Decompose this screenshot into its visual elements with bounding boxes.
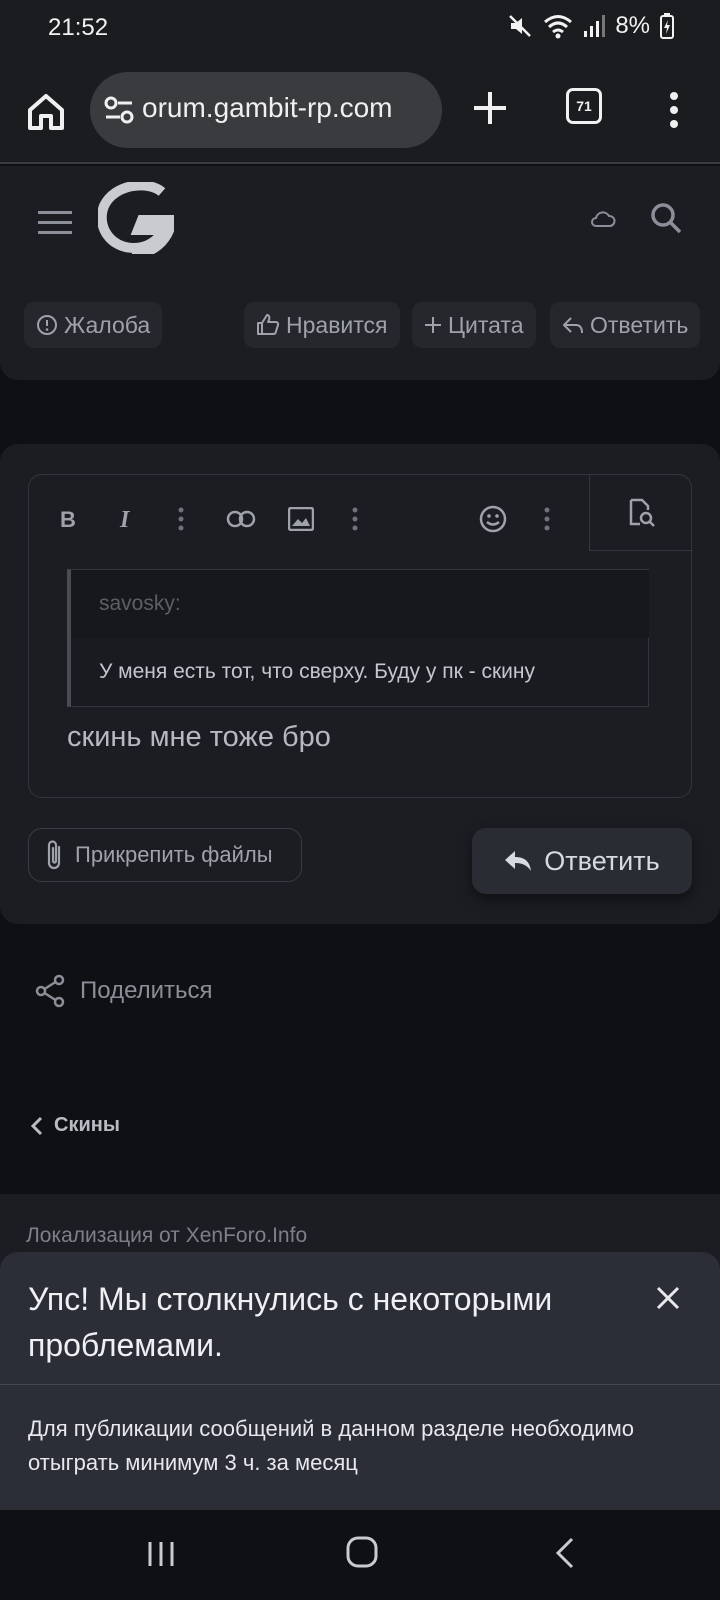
smiley-icon (479, 505, 507, 533)
emoji-button[interactable] (473, 499, 513, 539)
system-navigation-bar (0, 1510, 720, 1600)
more-text-options-button[interactable] (161, 499, 201, 539)
more-insert-options-button[interactable] (335, 499, 375, 539)
battery-level: 8% (615, 12, 650, 39)
cloud-icon[interactable] (590, 210, 616, 228)
message-text[interactable]: скинь мне тоже бро (67, 721, 331, 754)
divider (0, 1384, 720, 1385)
hamburger-icon (38, 211, 72, 234)
thumbs-up-icon (257, 314, 280, 335)
reply-icon (563, 317, 583, 334)
attach-files-label: Прикрепить файлы (75, 842, 273, 867)
paperclip-icon (47, 840, 61, 870)
close-icon (656, 1286, 680, 1310)
tab-switcher-button[interactable]: 71 (566, 88, 602, 124)
nav-menu-button[interactable] (38, 210, 72, 236)
share-icon (35, 974, 65, 1008)
share-link[interactable]: Поделиться (34, 974, 213, 1008)
attach-files-button[interactable]: Прикрепить файлы (28, 828, 302, 882)
error-title: Упс! Мы столкнулись с некоторыми проблем… (28, 1281, 553, 1363)
quick-reply-block: B I savosky: У меня есть тот, что сверху… (0, 444, 720, 924)
error-message: Для публикации сообщений в данном раздел… (28, 1416, 635, 1475)
plus-icon (474, 92, 506, 124)
insert-image-button[interactable] (281, 499, 321, 539)
italic-icon: I (119, 507, 131, 531)
site-settings-icon[interactable] (104, 96, 134, 124)
plus-icon (425, 317, 441, 333)
complaint-label: Жалоба (64, 311, 151, 338)
status-bar: 21:52 8% (0, 0, 720, 60)
svg-text:B: B (60, 507, 76, 531)
bold-icon: B (60, 507, 76, 531)
error-dialog: Упс! Мы столкнулись с некоторыми проблем… (0, 1252, 720, 1510)
quote-label: Цитата (448, 311, 524, 338)
more-vertical-icon (352, 507, 358, 531)
submit-reply-button[interactable]: Ответить (472, 828, 692, 894)
rich-text-editor[interactable]: B I savosky: У меня есть тот, что сверху… (28, 474, 693, 798)
alert-circle-icon (37, 315, 57, 335)
more-vertical-icon (178, 507, 184, 531)
new-tab-button[interactable] (470, 88, 510, 128)
document-search-icon (629, 498, 655, 527)
breadcrumb-label: Скины (54, 1114, 120, 1136)
home-nav-icon[interactable] (346, 1536, 378, 1568)
quote-author: savosky: (71, 570, 649, 638)
status-time: 21:52 (48, 14, 109, 41)
link-icon (226, 510, 256, 528)
italic-button[interactable]: I (107, 499, 147, 539)
more-editor-options-button[interactable] (527, 499, 567, 539)
reply-to-post-button[interactable]: Ответить (550, 302, 701, 348)
like-button[interactable]: Нравится (244, 302, 400, 348)
back-icon[interactable] (554, 1536, 576, 1570)
insert-link-button[interactable] (221, 499, 261, 539)
submit-reply-label: Ответить (544, 845, 660, 876)
svg-text:I: I (119, 507, 131, 531)
close-button[interactable] (652, 1282, 684, 1314)
bold-button[interactable]: B (49, 499, 89, 539)
recent-apps-icon[interactable] (146, 1540, 176, 1568)
more-vertical-icon (544, 507, 550, 531)
complaint-button[interactable]: Жалоба (24, 302, 163, 348)
mute-icon (509, 15, 532, 37)
reply-icon (505, 851, 532, 871)
address-bar[interactable]: orum.gambit-rp.com (90, 72, 442, 148)
site-header: Жалоба Нравится Цитата Ответить (0, 166, 720, 380)
battery-charging-icon (660, 13, 674, 39)
share-label: Поделиться (80, 977, 213, 1004)
more-vertical-icon (670, 92, 678, 128)
breadcrumb[interactable]: Скины (30, 1114, 120, 1137)
signal-icon (584, 15, 606, 37)
chevron-left-icon (30, 1116, 43, 1135)
reply-label: Ответить (590, 311, 689, 338)
preview-button[interactable] (589, 475, 693, 551)
localization-credit[interactable]: Локализация от XenForo.Info (26, 1224, 307, 1248)
quoted-message: savosky: У меня есть тот, что сверху. Бу… (67, 569, 649, 707)
quote-button[interactable]: Цитата (412, 302, 536, 348)
home-button[interactable] (24, 90, 68, 134)
browser-toolbar: orum.gambit-rp.com 71 (0, 60, 720, 164)
search-icon[interactable] (650, 202, 682, 234)
quote-text: У меня есть тот, что сверху. Буду у пк -… (99, 660, 535, 683)
image-icon (288, 507, 314, 531)
url-text: orum.gambit-rp.com (142, 92, 393, 123)
gambit-logo-icon (96, 180, 178, 259)
site-logo[interactable] (96, 180, 178, 259)
status-icons: 8% (507, 12, 674, 40)
like-label: Нравится (286, 311, 388, 338)
home-icon (28, 94, 64, 130)
wifi-icon (544, 15, 573, 39)
browser-menu-button[interactable] (664, 90, 684, 130)
